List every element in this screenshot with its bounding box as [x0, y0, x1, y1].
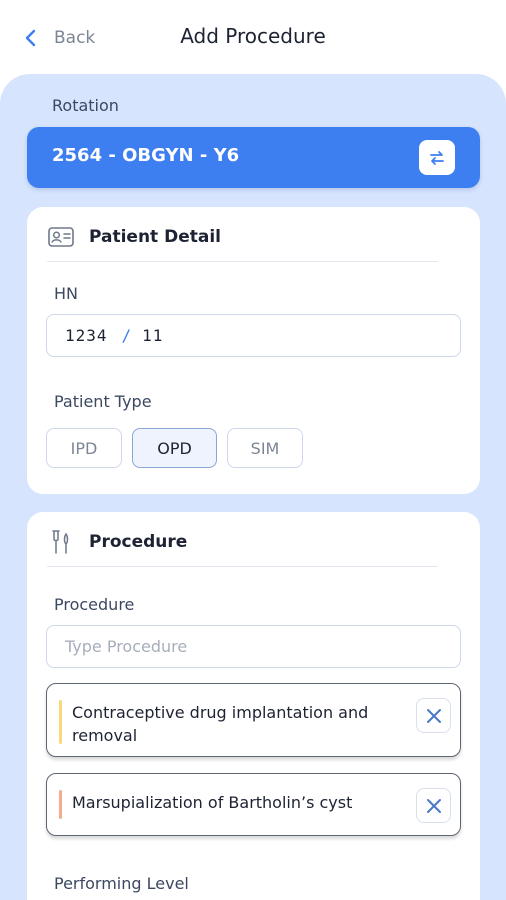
app-header: Back Add Procedure: [0, 0, 506, 76]
patient-type-label: Patient Type: [54, 392, 152, 411]
swap-rotation-button[interactable]: [419, 140, 455, 175]
rotation-label: Rotation: [52, 96, 119, 115]
procedure-item-text: Contraceptive drug implantation and remo…: [72, 703, 369, 745]
rotation-value: 2564 - OBGYN - Y6: [52, 145, 240, 166]
rotation-selector[interactable]: 2564 - OBGYN - Y6: [27, 127, 480, 188]
hn-part2: 11: [142, 326, 164, 345]
procedure-item[interactable]: Marsupialization of Bartholin’s cyst: [46, 773, 461, 836]
swap-icon: [430, 150, 444, 165]
hn-input[interactable]: 1234 / 11: [46, 314, 461, 357]
remove-procedure-button[interactable]: [416, 788, 451, 823]
procedure-title: Procedure: [89, 532, 188, 552]
medical-tools-icon: [52, 530, 69, 554]
patient-type-group: IPD OPD SIM: [46, 428, 313, 468]
patient-detail-header: Patient Detail: [47, 223, 221, 251]
procedure-item-text: Marsupialization of Bartholin’s cyst: [72, 793, 353, 812]
procedure-card: Procedure Procedure Type Procedure Contr…: [27, 512, 480, 900]
divider: [47, 566, 438, 567]
performing-level-label: Performing Level: [54, 874, 189, 893]
close-icon: [426, 708, 441, 723]
patient-type-opd[interactable]: OPD: [132, 428, 217, 468]
procedure-header: Procedure: [47, 528, 187, 556]
procedure-item[interactable]: Contraceptive drug implantation and remo…: [46, 683, 461, 757]
patient-detail-title: Patient Detail: [89, 227, 221, 247]
id-card-icon: [48, 227, 74, 247]
procedure-field-label: Procedure: [54, 595, 135, 614]
page-title: Add Procedure: [180, 24, 326, 48]
procedure-item-accent: [59, 790, 62, 819]
procedure-item-accent: [59, 700, 62, 744]
hn-label: HN: [54, 284, 78, 303]
patient-type-ipd[interactable]: IPD: [46, 428, 122, 468]
remove-procedure-button[interactable]: [416, 698, 451, 733]
patient-detail-card: Patient Detail HN 1234 / 11 Patient Type…: [27, 207, 480, 494]
procedure-search-input[interactable]: Type Procedure: [46, 625, 461, 668]
patient-type-sim[interactable]: SIM: [227, 428, 303, 468]
hn-separator: /: [121, 326, 133, 345]
close-icon: [426, 798, 441, 813]
divider: [47, 261, 438, 262]
hn-part1: 1234: [65, 326, 108, 345]
